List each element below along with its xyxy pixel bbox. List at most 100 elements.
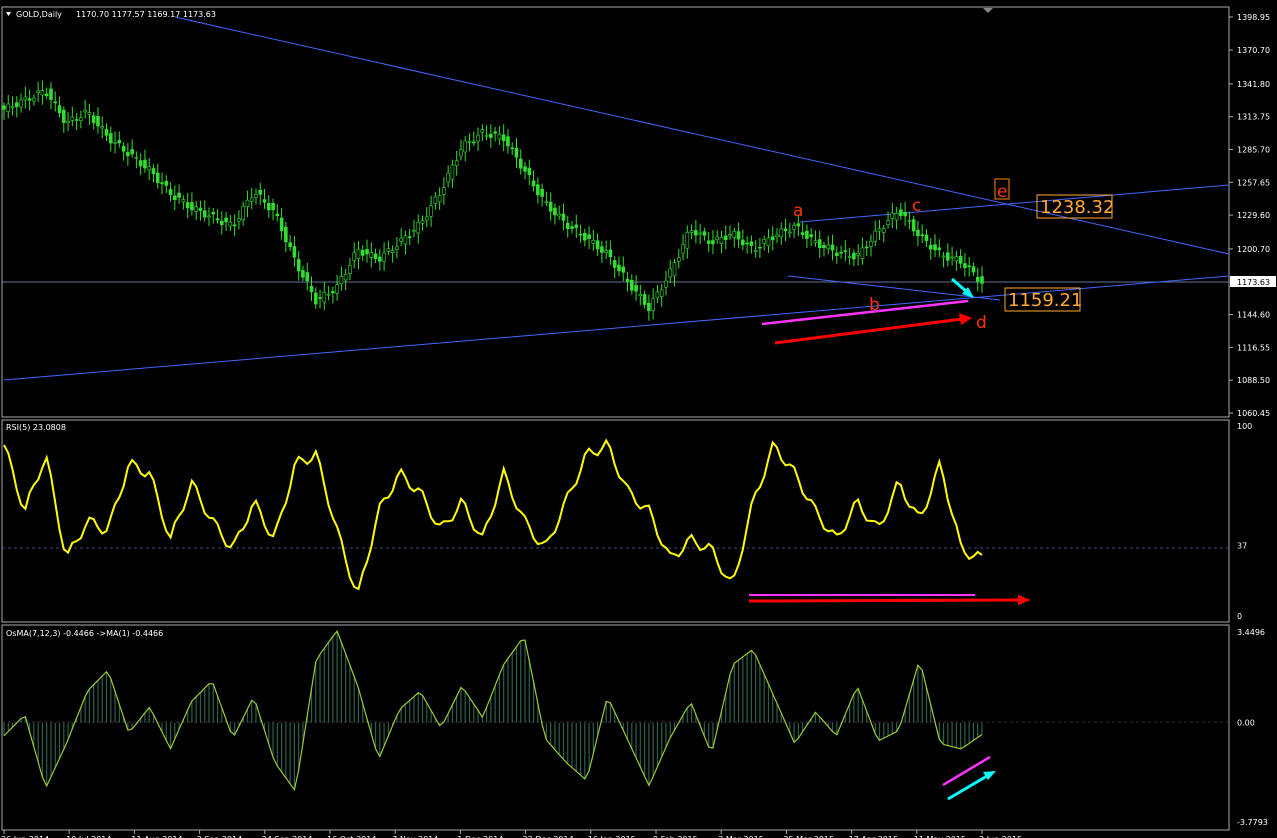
candle-body xyxy=(642,294,647,305)
price-axis: 1398.95 1370.70 1341.80 1313.75 1285.70 1257.… xyxy=(1229,13,1270,418)
candle-body xyxy=(185,202,190,209)
red-arrow-main[interactable] xyxy=(774,313,972,345)
ohlc-label: 1170.70 1177.57 1169.17 1173.63 xyxy=(76,10,216,19)
candle-body xyxy=(454,160,459,166)
candle-body xyxy=(732,231,737,238)
candle-body xyxy=(249,197,254,202)
osma-tick-label: 3.4496 xyxy=(1237,628,1265,637)
candle-body xyxy=(899,209,903,217)
candle-body xyxy=(237,218,241,222)
candle-body xyxy=(198,207,203,211)
candle-body xyxy=(356,248,361,260)
candle-body xyxy=(57,105,62,114)
rsi-tick-label: 0 xyxy=(1237,612,1242,621)
candle-body xyxy=(151,168,156,175)
magenta-line-main[interactable] xyxy=(761,299,969,326)
wave-label-c: c xyxy=(912,196,921,216)
candle-body xyxy=(326,293,331,296)
candle-body xyxy=(676,257,681,262)
candle-body xyxy=(967,265,971,268)
candle-body xyxy=(313,292,318,305)
wave-label-e: e xyxy=(997,182,1007,202)
candle-body xyxy=(523,166,527,172)
candle-body xyxy=(134,157,139,159)
candle-body xyxy=(292,246,297,258)
candle-body xyxy=(284,226,288,243)
candle-body xyxy=(207,215,211,218)
date-axis: 26 Jun 201410 Jul 201411 Aug 20143 Sep 2… xyxy=(1,830,1022,838)
candle-body xyxy=(621,266,626,273)
price-tick-label: 1313.75 xyxy=(1237,113,1270,122)
candle-body xyxy=(813,240,818,243)
candle-body xyxy=(933,244,937,251)
candle-body xyxy=(723,235,728,241)
candle-body xyxy=(583,232,587,241)
candle-body xyxy=(442,187,446,195)
candle-body xyxy=(288,242,292,247)
candle-body xyxy=(536,184,540,196)
candle-body xyxy=(809,234,813,237)
candle-body xyxy=(792,225,796,230)
price-tick-label: 1398.95 xyxy=(1237,13,1270,22)
candle-body xyxy=(66,120,70,124)
candle-body xyxy=(805,230,809,239)
candle-body xyxy=(15,102,19,108)
candle-body xyxy=(920,234,925,237)
candle-body xyxy=(79,117,83,121)
candle-body xyxy=(53,101,58,104)
candle-body xyxy=(958,256,963,264)
candle-body xyxy=(715,236,720,240)
candle-body xyxy=(476,134,480,142)
magenta-line-osma[interactable] xyxy=(942,755,991,787)
wave-label-d: d xyxy=(976,313,987,333)
candle-body xyxy=(19,99,23,108)
candle-body xyxy=(318,297,322,299)
symbol-label: GOLD,Daily xyxy=(16,10,62,19)
candle-body xyxy=(629,279,634,291)
candle-body xyxy=(501,134,506,142)
cyan-arrow-osma[interactable] xyxy=(947,771,996,801)
candle-body xyxy=(40,90,45,96)
candle-body xyxy=(322,292,327,303)
rsi-line xyxy=(3,438,983,591)
price-candles xyxy=(2,80,984,321)
triangle-upper-line[interactable] xyxy=(799,184,1230,223)
scroll-marker-icon[interactable] xyxy=(983,8,993,13)
candle-body xyxy=(220,220,224,226)
candle-body xyxy=(245,199,250,208)
price-tick-label: 1144.60 xyxy=(1237,311,1270,320)
dropdown-icon[interactable] xyxy=(6,12,11,16)
candle-body xyxy=(822,245,826,248)
candle-body xyxy=(800,232,805,235)
candle-body xyxy=(954,256,959,262)
price-tick-label: 1060.45 xyxy=(1237,409,1270,418)
candle-body xyxy=(493,131,497,134)
candle-body xyxy=(420,220,425,224)
candle-body xyxy=(864,246,869,249)
candle-body xyxy=(450,164,455,180)
candle-body xyxy=(202,210,207,218)
candle-body xyxy=(591,240,596,244)
candle-body xyxy=(869,240,873,247)
candle-body xyxy=(74,119,79,121)
candle-body xyxy=(352,252,357,261)
candle-body xyxy=(877,228,882,232)
candle-body xyxy=(694,230,698,236)
candle-body xyxy=(600,246,604,253)
rsi-axis: 100 37 0 xyxy=(1237,422,1252,621)
candle-body xyxy=(510,147,515,150)
candle-body xyxy=(343,273,348,281)
candle-body xyxy=(497,133,502,140)
red-arrow-rsi[interactable] xyxy=(748,595,1031,605)
candle-body xyxy=(83,109,87,113)
candle-body xyxy=(403,235,408,245)
osma-line xyxy=(3,630,983,792)
candle-body xyxy=(224,217,228,223)
candle-body xyxy=(339,276,344,285)
candle-body xyxy=(228,221,233,227)
candle-body xyxy=(963,263,967,268)
candle-body xyxy=(395,246,399,250)
candle-body xyxy=(903,211,907,217)
price-tick-label: 1370.70 xyxy=(1237,46,1270,55)
candle-body xyxy=(881,228,886,233)
